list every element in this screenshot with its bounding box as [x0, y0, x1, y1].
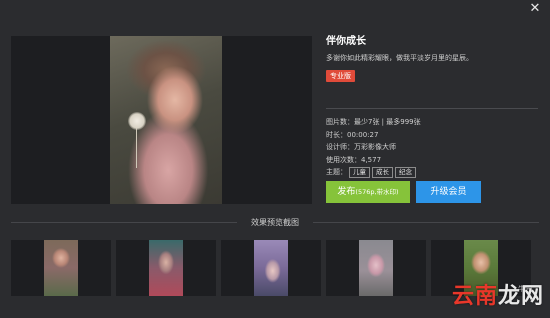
thumbnail-image — [44, 240, 78, 296]
preview-photo — [110, 36, 222, 204]
preview-thumbnail[interactable] — [116, 240, 216, 296]
meta-topics: 主题： 儿童 成长 纪念 — [326, 166, 421, 179]
watermark-logo: 云南龙网 — [452, 278, 544, 310]
topic-label: 主题： — [326, 168, 347, 176]
pro-badge: 专业版 — [326, 70, 355, 82]
meta-images: 图片数：最少7张 | 最多999张 — [326, 118, 421, 126]
watermark-part1: 云南 — [451, 284, 498, 309]
topic-tag[interactable]: 纪念 — [395, 167, 416, 178]
dandelion-stem — [136, 128, 137, 168]
upgrade-member-button[interactable]: 升级会员 — [416, 181, 481, 203]
meta-designer: 设计师：万彩影像大师 — [326, 143, 396, 151]
thumbnail-image — [359, 240, 393, 296]
topic-tag[interactable]: 儿童 — [349, 167, 370, 178]
preview-thumbnail[interactable] — [326, 240, 426, 296]
template-title: 伴你成长 — [326, 36, 366, 47]
meta-duration: 时长：00:00:27 — [326, 130, 379, 139]
template-info: 伴你成长 多谢你如此精彩耀眼，做我平淡岁月里的星辰。 专业版 — [326, 32, 538, 82]
publish-sublabel: (576p,带水印) — [355, 188, 399, 196]
template-meta: 图片数：最少7张 | 最多999张 时长：00:00:27 设计师：万彩影像大师… — [326, 116, 421, 179]
publish-button[interactable]: 发布(576p,带水印) — [326, 181, 410, 203]
thumbnail-image — [254, 240, 288, 296]
preview-thumbnail[interactable] — [221, 240, 321, 296]
watermark-part2: 龙网 — [497, 284, 544, 309]
dandelion — [128, 112, 146, 130]
topic-tag[interactable]: 成长 — [372, 167, 393, 178]
thumbnail-image — [149, 240, 183, 296]
close-icon[interactable]: ✕ — [528, 2, 542, 16]
template-preview[interactable] — [11, 36, 312, 204]
section-divider-right — [313, 222, 539, 223]
meta-uses: 使用次数：4,577 — [326, 155, 382, 164]
template-description: 多谢你如此精彩耀眼，做我平淡岁月里的星辰。 — [326, 54, 473, 62]
preview-thumbnail[interactable] — [11, 240, 111, 296]
info-divider — [326, 108, 538, 109]
publish-label: 发布 — [337, 187, 356, 197]
